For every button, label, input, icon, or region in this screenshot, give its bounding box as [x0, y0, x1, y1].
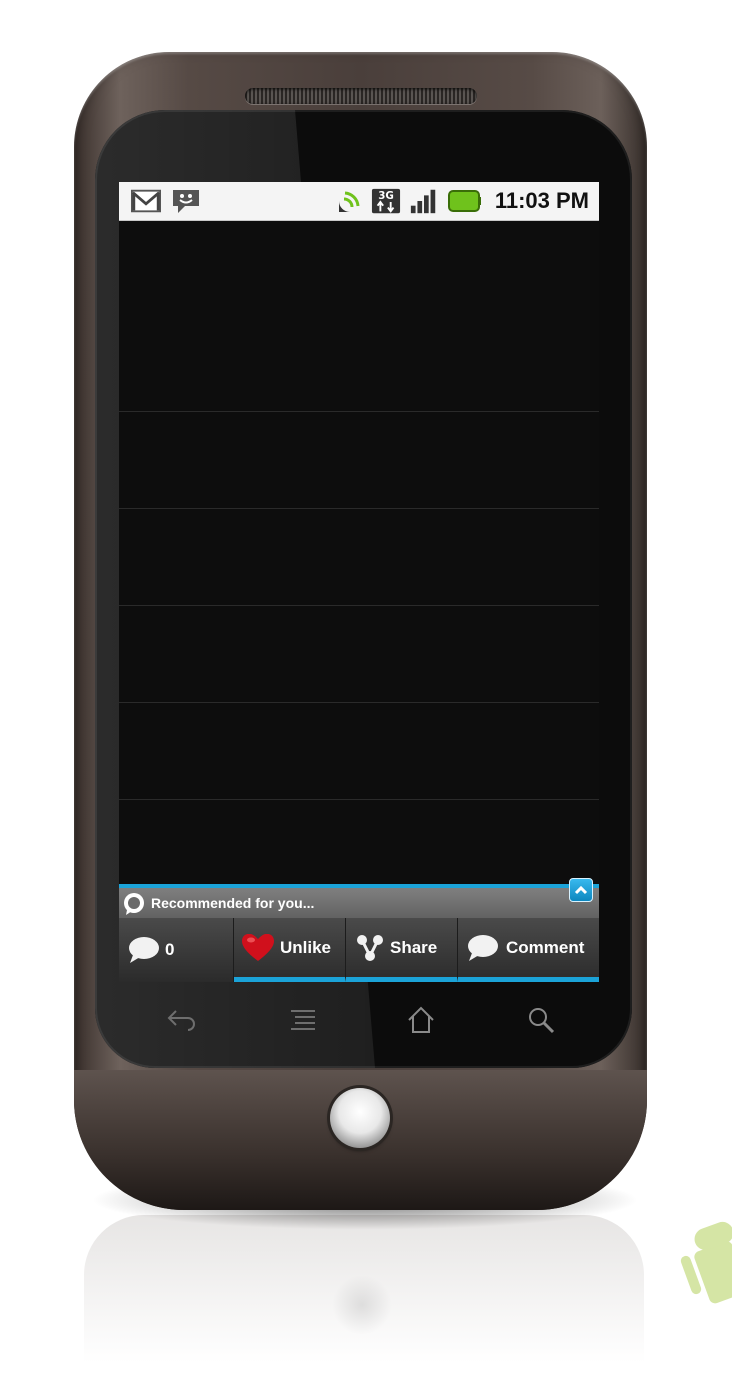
comment-button[interactable]: Comment — [458, 918, 599, 982]
home-icon[interactable] — [401, 1000, 441, 1040]
chat-icon[interactable] — [171, 187, 201, 215]
chevron-up-icon — [574, 885, 588, 895]
list-view[interactable] — [119, 220, 599, 882]
speech-bubble-icon — [129, 937, 159, 963]
hardware-nav-keys — [119, 1000, 599, 1040]
gmail-icon[interactable] — [131, 187, 161, 215]
speech-bubble-icon — [123, 893, 145, 915]
comment-label: Comment — [506, 937, 585, 957]
phone-screen: 3G 11:03 PM Recommended for you... 0 Unl… — [119, 182, 599, 982]
recommendation-label: Recommended for you... — [151, 895, 315, 911]
unlike-label: Unlike — [280, 937, 332, 957]
clock: 11:03 PM — [494, 188, 589, 213]
action-bar: 0 Unlike Share Comment — [119, 918, 599, 982]
list-item[interactable] — [119, 412, 599, 509]
battery-icon — [447, 187, 483, 215]
collapse-button[interactable] — [569, 878, 593, 902]
network-3g-icon: 3G — [371, 187, 401, 215]
list-item[interactable] — [119, 220, 599, 412]
share-icon — [357, 934, 383, 961]
signal-icon — [409, 187, 439, 215]
speech-bubble-icon — [468, 934, 498, 961]
gps-icon — [335, 187, 365, 215]
share-label: Share — [390, 937, 438, 957]
status-bar: 3G 11:03 PM — [119, 182, 599, 221]
earpiece-speaker — [245, 88, 477, 104]
home-button-reflection — [332, 1275, 392, 1335]
trackball-button[interactable] — [330, 1088, 390, 1148]
search-icon[interactable] — [521, 1000, 561, 1040]
recommendation-bar[interactable]: Recommended for you... — [119, 878, 599, 922]
menu-icon[interactable] — [283, 1000, 323, 1040]
list-item[interactable] — [119, 800, 599, 882]
list-item[interactable] — [119, 606, 599, 703]
svg-text:3G: 3G — [378, 190, 394, 202]
back-icon[interactable] — [161, 1000, 201, 1040]
share-button[interactable]: Share — [346, 918, 458, 982]
list-item[interactable] — [119, 703, 599, 800]
list-item[interactable] — [119, 509, 599, 606]
android-logo-watermark — [680, 1221, 732, 1304]
comment-count: 0 — [165, 940, 175, 959]
unlike-button[interactable]: Unlike — [234, 918, 346, 982]
heart-icon — [242, 933, 274, 961]
phone-reflection — [84, 1215, 644, 1400]
comment-count-button[interactable]: 0 — [119, 918, 234, 982]
